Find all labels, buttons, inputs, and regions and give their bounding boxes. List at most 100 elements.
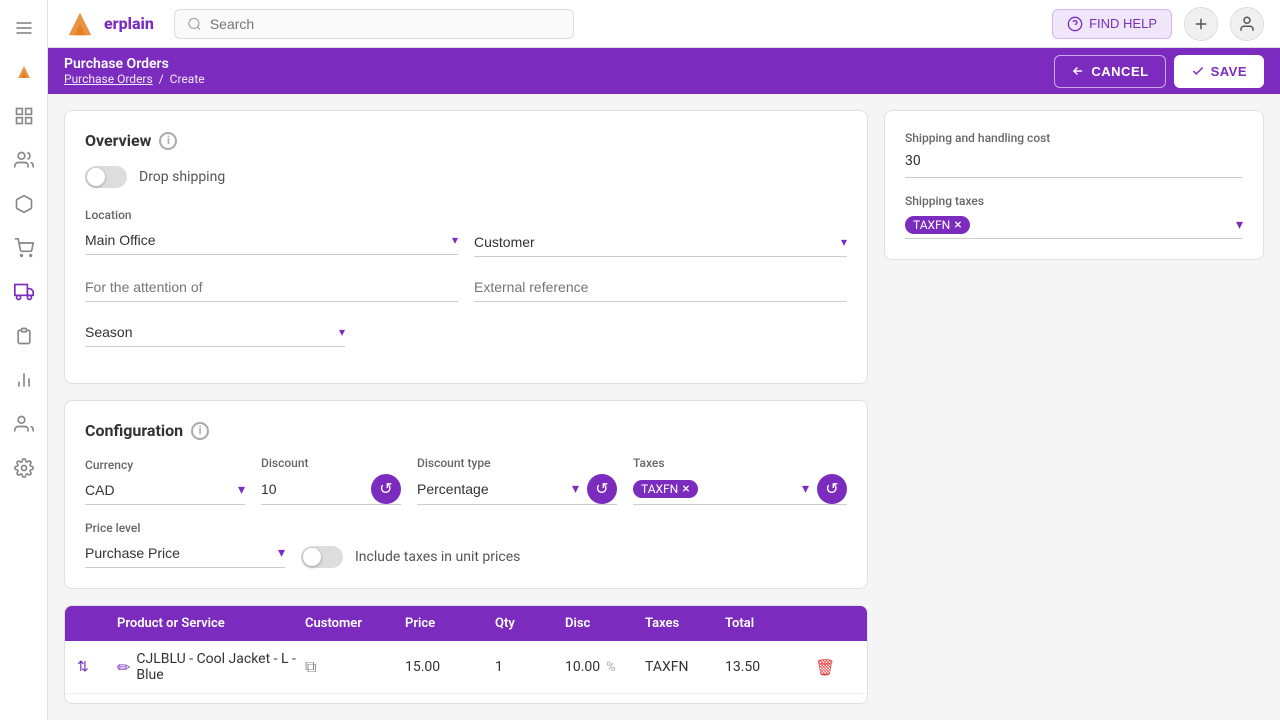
help-icon bbox=[1067, 16, 1083, 32]
content-left: Overview i Drop shipping Location Main O bbox=[64, 110, 868, 704]
col-taxes: Taxes bbox=[645, 616, 725, 631]
sidebar-item-team[interactable] bbox=[6, 406, 42, 442]
currency-select[interactable]: CAD bbox=[85, 476, 234, 504]
shipping-taxes-chevron-icon: ▾ bbox=[1236, 217, 1243, 233]
discount-type-select[interactable]: Percentage bbox=[417, 475, 568, 503]
location-field: Location Main Office ▾ bbox=[85, 208, 458, 257]
main-content: erplain FIND HELP Purchase Orders Purcha… bbox=[48, 0, 1280, 720]
include-taxes-row: Include taxes in unit prices bbox=[301, 546, 520, 568]
table-row: ⇅ ✏ CJLBLU - Cool Jacket - L - Blue ⧉ 15… bbox=[65, 641, 867, 694]
attention-extref-row bbox=[85, 273, 847, 302]
taxes-refresh-button[interactable]: ↺ bbox=[817, 474, 847, 504]
col-product: Product or Service bbox=[117, 616, 305, 631]
user-button[interactable] bbox=[1230, 7, 1264, 41]
discount-input[interactable]: 10 bbox=[261, 475, 367, 503]
sidebar-item-settings[interactable] bbox=[6, 450, 42, 486]
currency-chevron-icon: ▾ bbox=[238, 482, 245, 498]
include-taxes-toggle[interactable] bbox=[301, 546, 343, 568]
season-row: Season ▾ bbox=[85, 318, 847, 347]
sidebar-logo[interactable] bbox=[6, 54, 42, 90]
sort-icon-1[interactable]: ⇅ bbox=[77, 659, 89, 675]
discount-type-refresh-button[interactable]: ↺ bbox=[587, 474, 617, 504]
location-label: Location bbox=[85, 208, 458, 222]
discount-type-chevron-icon: ▾ bbox=[572, 481, 579, 497]
shipping-taxes-remove-button[interactable]: × bbox=[954, 218, 961, 232]
products-table: Product or Service Customer Price Qty Di… bbox=[64, 605, 868, 704]
sidebar-item-menu[interactable] bbox=[6, 10, 42, 46]
add-button[interactable] bbox=[1184, 7, 1218, 41]
price-level-chevron-icon: ▾ bbox=[278, 545, 285, 561]
col-qty: Qty bbox=[495, 616, 565, 631]
attention-input[interactable] bbox=[85, 273, 458, 302]
table-row: ⇅ ✏ CP7 - Cool Pants - XS - Black ⧉ 20.0… bbox=[65, 694, 867, 704]
taxes-chevron-icon: ▾ bbox=[802, 481, 809, 497]
taxes-label: Taxes bbox=[633, 456, 847, 470]
configuration-card: Configuration i Currency CAD ▾ bbox=[64, 400, 868, 589]
col-actions bbox=[815, 616, 855, 631]
include-taxes-label: Include taxes in unit prices bbox=[355, 549, 520, 565]
breadcrumb-create: Create bbox=[170, 72, 205, 86]
search-icon bbox=[187, 16, 202, 32]
overview-info-icon[interactable]: i bbox=[159, 132, 177, 150]
location-chevron-icon: ▾ bbox=[452, 233, 458, 247]
location-select[interactable]: Main Office bbox=[85, 226, 452, 254]
configuration-info-icon[interactable]: i bbox=[191, 422, 209, 440]
sidebar-item-purchase[interactable] bbox=[6, 274, 42, 310]
user-icon bbox=[1238, 15, 1256, 33]
search-input[interactable] bbox=[210, 16, 561, 32]
price-level-row: Price level Purchase Price ▾ Include t bbox=[85, 521, 847, 568]
discount-field: Discount 10 ↺ bbox=[261, 456, 401, 505]
cancel-icon bbox=[1071, 64, 1085, 78]
col-total: Total bbox=[725, 616, 815, 631]
qty-1: 1 bbox=[495, 659, 503, 675]
breadcrumb-purchase-orders[interactable]: Purchase Orders bbox=[64, 72, 153, 86]
save-icon bbox=[1191, 64, 1205, 78]
content-area: Overview i Drop shipping Location Main O bbox=[48, 94, 1280, 720]
total-1: 13.50 bbox=[725, 659, 760, 675]
drop-shipping-toggle[interactable] bbox=[85, 166, 127, 188]
disc-1: 10.00 bbox=[565, 659, 600, 675]
col-sort bbox=[77, 616, 117, 631]
customer-chevron-icon: ▾ bbox=[841, 235, 847, 249]
logo-text: erplain bbox=[104, 14, 154, 33]
copy-icon-1[interactable]: ⧉ bbox=[305, 657, 316, 677]
customer-select[interactable]: Customer bbox=[474, 228, 841, 256]
shipping-cost-label: Shipping and handling cost bbox=[905, 131, 1243, 145]
sidebar-item-products[interactable] bbox=[6, 186, 42, 222]
col-price: Price bbox=[405, 616, 495, 631]
config-main-row: Currency CAD ▾ Discount 10 ↺ bbox=[85, 456, 847, 505]
shipping-taxes-label: Shipping taxes bbox=[905, 194, 1243, 208]
section-title: Purchase Orders bbox=[64, 56, 205, 72]
shipping-cost-value: 30 bbox=[905, 149, 1243, 178]
sidebar-item-contacts[interactable] bbox=[6, 142, 42, 178]
section-header: Purchase Orders Purchase Orders / Create… bbox=[48, 48, 1280, 94]
sidebar-item-dashboard[interactable] bbox=[6, 98, 42, 134]
breadcrumb: Purchase Orders / Create bbox=[64, 72, 205, 86]
season-chevron-icon: ▾ bbox=[339, 325, 345, 339]
taxes-tag-remove-button[interactable]: × bbox=[682, 482, 689, 496]
taxes-tag: TAXFN × bbox=[633, 480, 698, 498]
price-level-select[interactable]: Purchase Price bbox=[85, 539, 274, 567]
sidebar-item-sales[interactable] bbox=[6, 230, 42, 266]
edit-icon-1[interactable]: ✏ bbox=[117, 658, 130, 677]
sidebar bbox=[0, 0, 48, 720]
overview-title: Overview i bbox=[85, 131, 847, 150]
season-select[interactable]: Season bbox=[85, 318, 339, 346]
right-panel: Shipping and handling cost 30 Shipping t… bbox=[884, 110, 1264, 704]
external-ref-input[interactable] bbox=[474, 273, 847, 302]
taxes-field: Taxes TAXFN × ▾ ↺ bbox=[633, 456, 847, 505]
find-help-button[interactable]: FIND HELP bbox=[1052, 9, 1172, 39]
sidebar-item-reports[interactable] bbox=[6, 362, 42, 398]
currency-field: Currency CAD ▾ bbox=[85, 458, 245, 505]
cancel-button[interactable]: CANCEL bbox=[1054, 55, 1165, 88]
sidebar-item-orders[interactable] bbox=[6, 318, 42, 354]
topbar: erplain FIND HELP bbox=[48, 0, 1280, 48]
discount-refresh-button[interactable]: ↺ bbox=[371, 474, 401, 504]
logo: erplain bbox=[64, 8, 154, 40]
drop-shipping-label: Drop shipping bbox=[139, 169, 225, 185]
save-button[interactable]: SAVE bbox=[1174, 55, 1264, 88]
delete-icon-1[interactable]: 🗑 bbox=[815, 658, 835, 677]
col-disc: Disc bbox=[565, 616, 645, 631]
price-level-label: Price level bbox=[85, 521, 285, 535]
search-box[interactable] bbox=[174, 9, 574, 39]
